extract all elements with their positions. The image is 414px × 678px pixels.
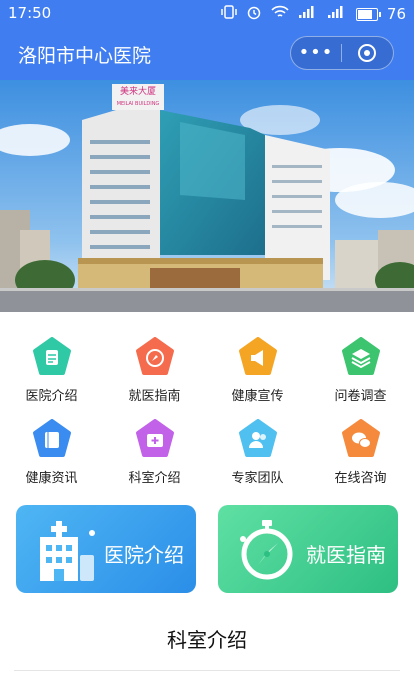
document-icon	[32, 337, 72, 377]
grid-label: 问卷调查	[334, 389, 387, 404]
grid-item-online-consult[interactable]: 在线咨询	[309, 405, 412, 486]
more-dots-icon[interactable]: •••	[291, 38, 341, 68]
grid-label: 科室介绍	[128, 471, 181, 486]
status-time: 17:50	[8, 4, 52, 22]
grid-item-department-intro[interactable]: 科室介绍	[103, 405, 206, 486]
people-icon	[238, 419, 278, 459]
grid-label: 健康宣传	[231, 389, 284, 404]
compass-icon	[135, 337, 175, 377]
grid-label: 就医指南	[128, 389, 181, 404]
grid-item-health-promotion[interactable]: 健康宣传	[206, 323, 309, 404]
alarm-icon	[246, 4, 262, 24]
medical-kit-icon	[135, 419, 175, 459]
medical-guide-card-label: 就医指南	[306, 543, 386, 567]
grid-item-expert-team[interactable]: 专家团队	[206, 405, 309, 486]
book-icon	[32, 419, 72, 459]
grid-item-health-news[interactable]: 健康资讯	[0, 405, 103, 486]
building-sign-sub: MEILAI BUILDING	[117, 101, 160, 107]
hospital-banner-image[interactable]: 美来大厦 MEILAI BUILDING	[0, 80, 414, 312]
layers-icon	[341, 337, 381, 377]
grid-label: 专家团队	[231, 471, 284, 486]
compass-stopwatch-icon	[234, 517, 300, 587]
nav-bar: 洛阳市中心医院 •••	[0, 26, 414, 80]
medical-guide-card[interactable]: 就医指南	[218, 505, 398, 593]
building-sign-main: 美来大厦	[120, 85, 156, 97]
hospital-intro-card[interactable]: 医院介绍	[16, 505, 196, 593]
divider	[14, 670, 400, 671]
grid-label: 医院介绍	[25, 389, 78, 404]
grid-label: 在线咨询	[334, 471, 387, 486]
battery-level: 76	[386, 5, 406, 23]
cellular-icon	[327, 5, 347, 23]
status-bar: 17:50 76	[0, 0, 414, 26]
wifi-icon	[271, 5, 289, 23]
megaphone-icon	[238, 337, 278, 377]
hospital-building-icon	[34, 517, 100, 587]
section-title: 科室介绍	[167, 628, 247, 652]
vibrate-icon	[221, 4, 237, 24]
target-close-icon[interactable]	[342, 44, 392, 62]
grid-item-hospital-intro[interactable]: 医院介绍	[0, 323, 103, 404]
battery-icon	[355, 7, 381, 21]
grid-item-questionnaire[interactable]: 问卷调查	[309, 323, 412, 404]
page-title: 洛阳市中心医院	[18, 45, 152, 67]
grid-label: 健康资讯	[25, 471, 78, 486]
cellular-4g-icon	[298, 5, 318, 23]
mini-program-capsule: •••	[290, 36, 394, 70]
chat-icon	[341, 419, 381, 459]
hospital-intro-card-label: 医院介绍	[104, 543, 184, 567]
grid-item-medical-guide[interactable]: 就医指南	[103, 323, 206, 404]
